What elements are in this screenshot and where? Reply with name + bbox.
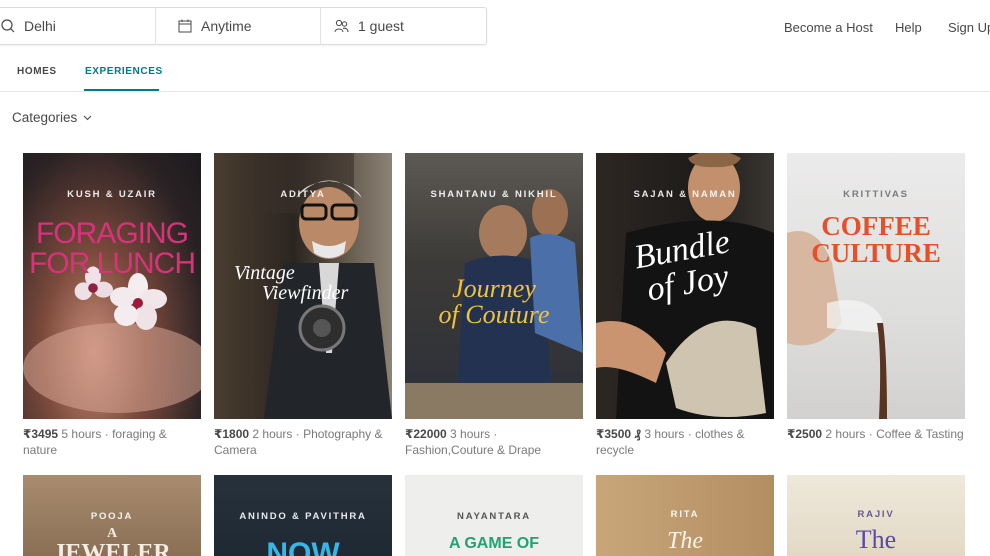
calendar-icon — [178, 19, 192, 33]
experience-caption: ₹1800 2 hours · Photography & Camera — [214, 426, 392, 458]
become-host-link[interactable]: Become a Host — [784, 20, 873, 35]
tab-homes[interactable]: HOMES — [17, 66, 57, 77]
poster-host-name: ANINDO & PAVITHRA — [239, 511, 367, 522]
poster-host-name: RITA — [670, 509, 700, 520]
poster-host-name: KUSH & UZAIR — [67, 189, 157, 200]
poster-host-name: KRITTIVAS — [843, 189, 909, 200]
poster-title-line: A — [106, 526, 118, 541]
poster-title-line: Vintage — [234, 262, 295, 284]
location-value: Delhi — [24, 18, 56, 34]
experience-poster[interactable]: NAYANTARA A GAME OF — [405, 475, 583, 556]
experience-poster[interactable]: POOJA A JEWELER — [23, 475, 201, 556]
poster-title-line: FOR LUNCH — [28, 247, 196, 280]
experience-poster[interactable]: KUSH & UZAIR FORAGING FOR LUNCH — [23, 153, 201, 419]
poster-title-line: NOW — [266, 537, 340, 556]
tab-experiences[interactable]: EXPERIENCES — [85, 66, 163, 77]
tab-bar: HOMES EXPERIENCES — [0, 60, 990, 92]
experience-caption: ₹3495 5 hours · foraging & nature — [23, 426, 201, 458]
poster-host-name: SAJAN & NAMAN — [633, 189, 737, 200]
poster-host-name: ADITYA — [280, 189, 326, 200]
poster-host-name: SHANTANU & NIKHIL — [430, 189, 558, 200]
experience-poster[interactable]: SAJAN & NAMAN Bundle of Joy — [596, 153, 774, 419]
poster-host-name: NAYANTARA — [457, 511, 531, 522]
poster-title-line: FORAGING — [35, 217, 189, 250]
experience-poster[interactable]: KRITTIVAS COFFEE CULTURE — [787, 153, 965, 419]
poster-title-line: The — [855, 525, 897, 554]
poster-title-line: JEWELER — [53, 540, 171, 556]
experience-price: ₹2500 — [787, 427, 823, 441]
dates-value: Anytime — [201, 18, 252, 34]
experience-price: ₹1800 — [214, 427, 250, 441]
guests-field[interactable]: 1 guest — [321, 8, 486, 44]
experience-details: 2 hours · Coffee & Tasting — [822, 427, 964, 441]
chevron-down-icon — [83, 115, 92, 120]
experience-poster[interactable]: ANINDO & PAVITHRA NOW — [214, 475, 392, 556]
experience-price: ₹3495 — [23, 427, 59, 441]
experience-price: ₹22000 — [405, 427, 447, 441]
poster-title-line: CULTURE — [811, 238, 941, 268]
categories-label: Categories — [12, 110, 78, 125]
experience-poster[interactable]: RITA The — [596, 475, 774, 556]
experience-poster[interactable]: SHANTANU & NIKHIL Journey of Couture — [405, 153, 583, 419]
experience-price: ₹3500 ₰ — [596, 427, 642, 441]
location-field[interactable]: Delhi — [0, 8, 156, 44]
experience-caption: ₹2500 2 hours · Coffee & Tasting — [787, 426, 965, 442]
poster-host-name: POOJA — [90, 511, 134, 522]
poster-title-line: The — [667, 528, 703, 554]
help-link[interactable]: Help — [895, 20, 922, 35]
dates-field[interactable]: Anytime — [156, 8, 321, 44]
poster-title-line: A GAME OF — [448, 535, 540, 552]
poster-title-line: Journey — [452, 274, 536, 303]
poster-title-line: COFFEE — [821, 211, 931, 241]
sign-up-link[interactable]: Sign Up — [948, 20, 990, 35]
experience-caption: ₹3500 ₰ 3 hours · clothes & recycle — [596, 426, 774, 458]
active-tab-indicator — [84, 89, 159, 91]
experience-poster[interactable]: ADITYA Vintage Viewfinder — [214, 153, 392, 419]
search-icon — [1, 19, 15, 33]
poster-host-name: RAJIV — [857, 509, 895, 520]
guests-value: 1 guest — [358, 18, 404, 34]
search-bar[interactable]: Delhi Anytime 1 guest — [0, 7, 487, 45]
experience-caption: ₹22000 3 hours · Fashion,Couture & Drape — [405, 426, 583, 458]
poster-title-line: Viewfinder — [262, 282, 349, 304]
categories-filter[interactable]: Categories — [12, 110, 92, 125]
guests-icon — [334, 19, 349, 32]
experience-poster[interactable]: RAJIV The — [787, 475, 965, 556]
poster-title-line: of Couture — [438, 300, 550, 329]
